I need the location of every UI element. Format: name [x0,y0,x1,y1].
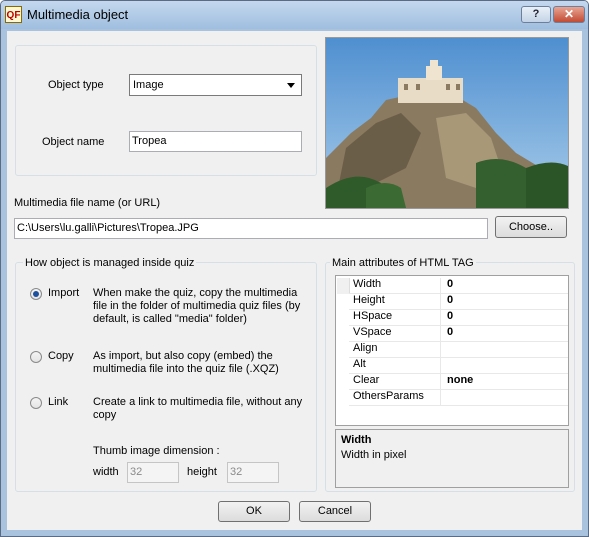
thumb-height-input[interactable]: 32 [227,462,279,483]
link-description: Create a link to multimedia file, withou… [93,396,303,421]
object-name-input[interactable]: Tropea [129,131,302,152]
ok-button[interactable]: OK [218,501,290,522]
copy-description: As import, but also copy (embed) the mul… [93,350,279,375]
attributes-group-title: Main attributes of HTML TAG [330,257,476,269]
grid-row-hspace[interactable]: HSpace 0 [349,309,568,326]
manage-group-title: How object is managed inside quiz [23,257,197,269]
import-radio[interactable] [30,288,42,300]
grid-row-align[interactable]: Align [349,341,568,358]
attributes-grid[interactable]: Width 0 Height 0 HSpace 0 VSpace 0 Align Alt… [335,275,569,426]
tropea-photo [326,38,568,208]
attr-name: HSpace [353,310,441,325]
cancel-button[interactable]: Cancel [299,501,371,522]
attr-value[interactable]: 0 [447,278,453,290]
attr-name: Clear [353,374,441,389]
image-preview [325,37,569,209]
attr-name: VSpace [353,326,441,341]
link-label[interactable]: Link [48,396,68,408]
choose-button[interactable]: Choose.. [495,216,567,238]
grid-row-width[interactable]: Width 0 [349,277,568,294]
object-group [15,45,317,176]
attr-name: Align [353,342,441,357]
close-button[interactable]: ✕ [553,6,585,23]
dialog-window: QF Multimedia object ? ✕ Object type Ima… [0,0,589,537]
attribute-info-title: Width [341,434,372,446]
import-description: When make the quiz, copy the multimedia … [93,287,301,325]
attr-value[interactable]: 0 [447,326,453,338]
file-path-input[interactable]: C:\Users\lu.galli\Pictures\Tropea.JPG [14,218,488,239]
object-type-label: Object type [48,79,104,91]
thumb-width-label: width [93,466,119,478]
grid-row-alt[interactable]: Alt [349,357,568,374]
app-icon: QF [5,6,22,23]
title-bar[interactable]: QF Multimedia object ? ✕ [1,1,588,29]
grid-row-clear[interactable]: Clear none [349,373,568,390]
thumb-height-label: height [187,466,217,478]
window-title: Multimedia object [27,7,129,22]
file-name-label: Multimedia file name (or URL) [14,197,161,209]
attr-name: Alt [353,358,441,373]
copy-label[interactable]: Copy [48,350,74,362]
attr-value[interactable]: 0 [447,294,453,306]
attr-name: Width [353,278,441,293]
attr-name: OthersParams [353,390,441,405]
attr-name: Height [353,294,441,309]
link-radio[interactable] [30,397,42,409]
attr-value[interactable]: 0 [447,310,453,322]
grid-row-othersparams[interactable]: OthersParams [349,389,568,406]
help-button[interactable]: ? [521,6,551,23]
object-type-select[interactable]: Image [129,74,302,96]
chevron-down-icon [287,83,295,88]
attribute-info-panel: Width Width in pixel [335,429,569,488]
grid-row-height[interactable]: Height 0 [349,293,568,310]
attr-value[interactable]: none [447,374,473,386]
thumb-dimension-label: Thumb image dimension : [93,445,220,457]
thumb-width-input[interactable]: 32 [127,462,179,483]
import-label[interactable]: Import [48,287,79,299]
object-type-value: Image [133,79,164,91]
attribute-info-description: Width in pixel [341,449,407,461]
copy-radio[interactable] [30,351,42,363]
object-name-label: Object name [42,136,105,148]
dialog-body: Object type Image Object name Tropea Mul… [7,31,582,530]
grid-row-vspace[interactable]: VSpace 0 [349,325,568,342]
